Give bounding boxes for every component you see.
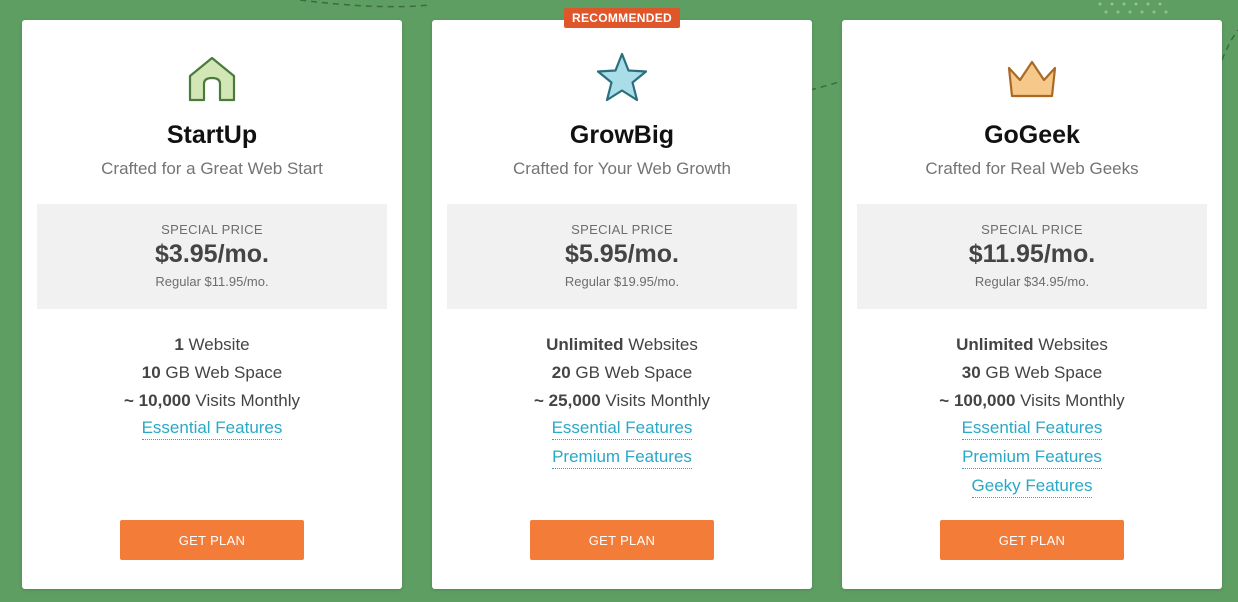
get-plan-button[interactable]: GET PLAN	[530, 520, 714, 560]
plan-card-startup: StartUp Crafted for a Great Web Start SP…	[22, 20, 402, 589]
special-price-label: SPECIAL PRICE	[161, 222, 263, 237]
feature-list: Unlimited Websites 20 GB Web Space ~ 25,…	[432, 331, 812, 473]
feature-item: 20 GB Web Space	[551, 363, 693, 382]
plan-name: StartUp	[166, 121, 258, 149]
feature-item: 30 GB Web Space	[961, 363, 1103, 382]
regular-price: Regular $11.95/mo.	[155, 274, 269, 289]
regular-price: Regular $34.95/mo.	[974, 274, 1090, 289]
recommended-badge: RECOMMENDED	[564, 8, 680, 28]
feature-item: 1 Website	[174, 335, 250, 354]
feature-item: Unlimited Websites	[546, 335, 698, 354]
plan-name: GrowBig	[569, 121, 675, 149]
price-box: SPECIAL PRICE $11.95/mo. Regular $34.95/…	[857, 204, 1207, 309]
crown-icon	[1004, 50, 1060, 106]
plan-tagline: Crafted for a Great Web Start	[101, 159, 323, 178]
special-price: $11.95/mo.	[968, 240, 1096, 268]
special-price: $5.95/mo.	[565, 240, 679, 268]
plan-tagline: Crafted for Your Web Growth	[513, 159, 731, 178]
plan-card-growbig: RECOMMENDED GrowBig Crafted for Your Web…	[432, 8, 812, 589]
price-box: SPECIAL PRICE $3.95/mo. Regular $11.95/m…	[37, 204, 387, 309]
plan-tagline: Crafted for Real Web Geeks	[925, 159, 1139, 178]
plan-name: GoGeek	[984, 121, 1080, 149]
premium-features-link[interactable]: Premium Features	[962, 445, 1102, 469]
essential-features-link[interactable]: Essential Features	[551, 416, 693, 440]
feature-item: Unlimited Websites	[956, 335, 1108, 354]
feature-item: 10 GB Web Space	[141, 363, 283, 382]
geeky-features-link[interactable]: Geeky Features	[971, 474, 1093, 498]
special-price-label: SPECIAL PRICE	[981, 222, 1083, 237]
essential-features-link[interactable]: Essential Features	[961, 416, 1103, 440]
premium-features-link[interactable]: Premium Features	[552, 445, 692, 469]
feature-item: ~ 100,000 Visits Monthly	[939, 391, 1125, 410]
star-icon	[594, 50, 650, 106]
feature-list: 1 Website 10 GB Web Space ~ 10,000 Visit…	[22, 331, 402, 444]
essential-features-link[interactable]: Essential Features	[141, 416, 283, 440]
get-plan-button[interactable]: GET PLAN	[940, 520, 1124, 560]
special-price-label: SPECIAL PRICE	[571, 222, 673, 237]
house-icon	[184, 50, 240, 106]
special-price: $3.95/mo.	[155, 240, 269, 268]
feature-item: ~ 25,000 Visits Monthly	[534, 391, 710, 410]
get-plan-button[interactable]: GET PLAN	[120, 520, 304, 560]
price-box: SPECIAL PRICE $5.95/mo. Regular $19.95/m…	[447, 204, 797, 309]
feature-list: Unlimited Websites 30 GB Web Space ~ 100…	[842, 331, 1222, 502]
feature-item: ~ 10,000 Visits Monthly	[124, 391, 300, 410]
plan-card-gogeek: GoGeek Crafted for Real Web Geeks SPECIA…	[842, 20, 1222, 589]
regular-price: Regular $19.95/mo.	[564, 274, 680, 289]
